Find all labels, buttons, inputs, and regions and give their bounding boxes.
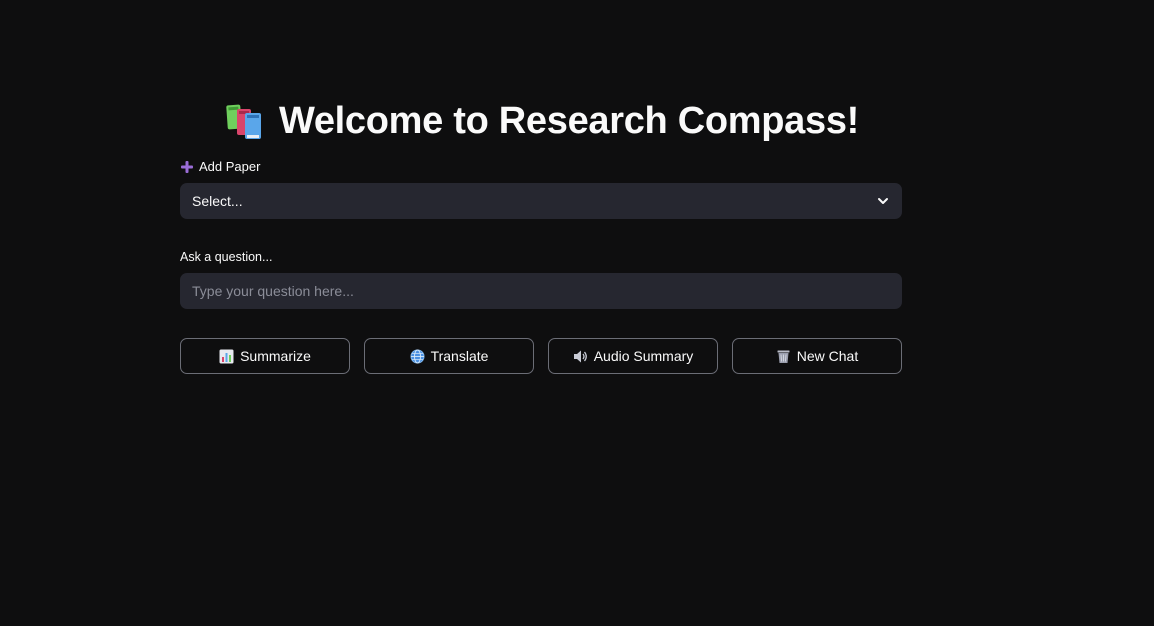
translate-label: Translate (430, 348, 489, 364)
paper-select-value: Select... (192, 193, 243, 209)
page-header: Welcome to Research Compass! (180, 96, 902, 146)
question-input[interactable] (180, 273, 902, 309)
plus-icon (180, 160, 194, 174)
summarize-label: Summarize (240, 348, 311, 364)
globe-icon (410, 349, 425, 364)
chevron-down-icon (876, 194, 890, 208)
question-label: Ask a question... (180, 250, 273, 264)
summarize-button[interactable]: Summarize (180, 338, 350, 374)
new-chat-button[interactable]: New Chat (732, 338, 902, 374)
audio-summary-button[interactable]: Audio Summary (548, 338, 718, 374)
speaker-icon (573, 349, 588, 364)
paper-select[interactable]: Select... (180, 183, 902, 219)
page-title: Welcome to Research Compass! (278, 99, 860, 142)
books-icon (223, 101, 265, 141)
wastebasket-icon (776, 349, 791, 364)
translate-button[interactable]: Translate (364, 338, 534, 374)
add-paper-label: Add Paper (199, 159, 261, 174)
action-buttons: Summarize Translate Audio Summary New Ch… (180, 338, 902, 374)
app-page: Welcome to Research Compass! Add Paper S… (0, 0, 1154, 626)
audio-summary-label: Audio Summary (593, 348, 694, 364)
bar-chart-icon (219, 349, 234, 364)
add-paper-button[interactable]: Add Paper (180, 159, 260, 174)
new-chat-label: New Chat (796, 348, 859, 364)
